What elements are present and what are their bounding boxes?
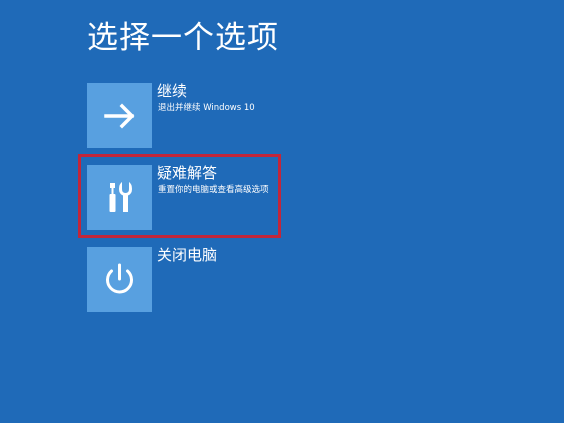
continue-label: 继续: [157, 82, 188, 100]
arrow-right-icon: [104, 103, 135, 129]
continue-option[interactable]: 继续 退出并继续 Windows 10: [87, 82, 287, 148]
shutdown-option[interactable]: 关闭电脑: [87, 246, 287, 312]
troubleshoot-option[interactable]: 疑难解答 重置你的电脑或查看高级选项: [87, 164, 287, 230]
continue-tile[interactable]: [87, 83, 152, 148]
troubleshoot-tile[interactable]: [87, 165, 152, 230]
troubleshoot-description: 重置你的电脑或查看高级选项: [158, 185, 269, 195]
continue-description: 退出并继续 Windows 10: [158, 103, 255, 113]
page-title: 选择一个选项: [87, 20, 279, 56]
power-icon: [106, 263, 133, 294]
troubleshoot-label: 疑难解答: [157, 164, 218, 182]
tools-icon: [109, 182, 132, 212]
shutdown-tile[interactable]: [87, 247, 152, 312]
shutdown-label: 关闭电脑: [157, 246, 218, 264]
